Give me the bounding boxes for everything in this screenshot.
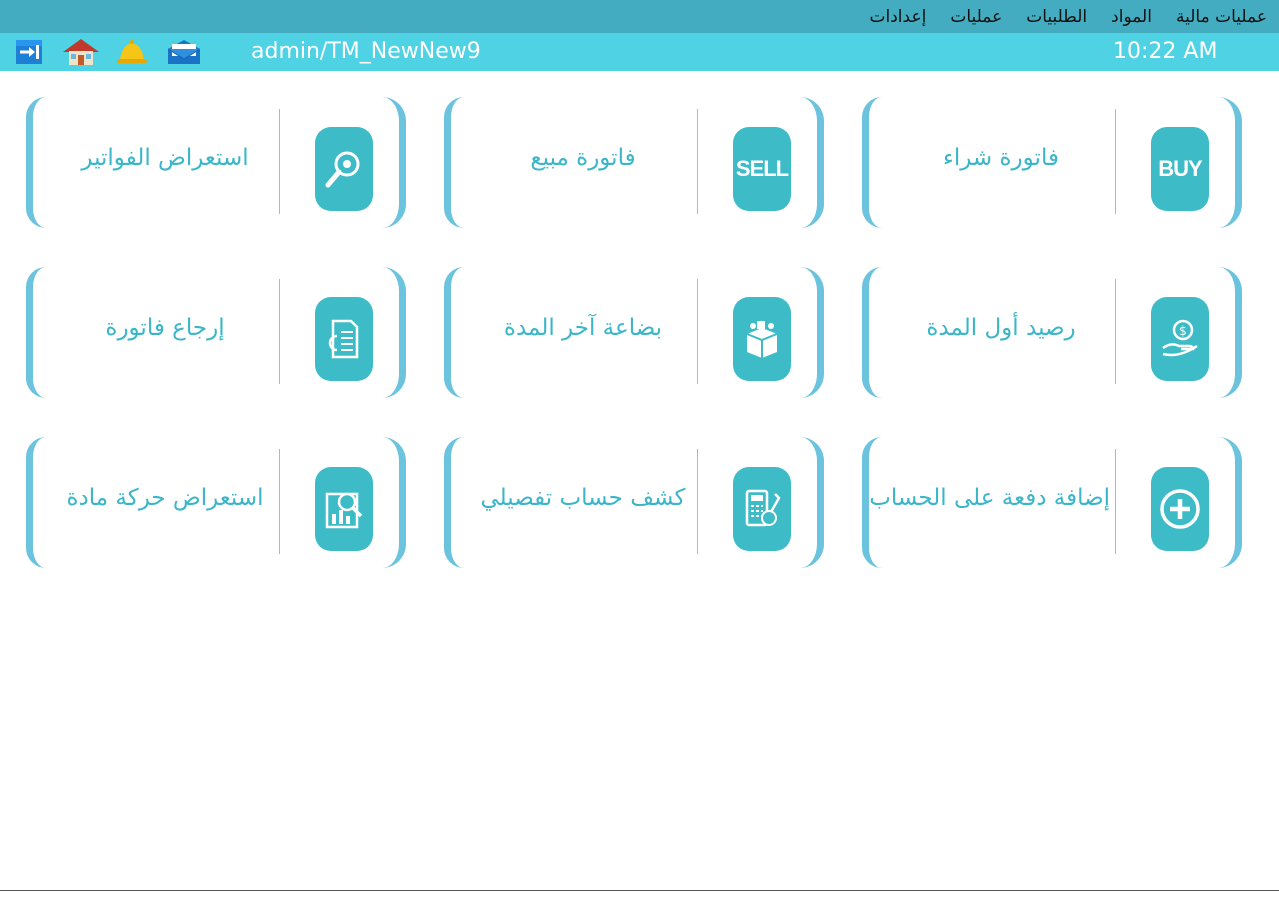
card-label: استعراض حركة مادة <box>66 485 264 511</box>
divider <box>1115 279 1116 384</box>
menu-materials[interactable]: المواد <box>1111 7 1152 27</box>
menu-financial-operations[interactable]: عمليات مالية <box>1176 7 1267 27</box>
menu-bar: عمليات مالية المواد الطلبيات عمليات إعدا… <box>0 0 1279 33</box>
status-bar <box>0 890 1279 921</box>
bracket <box>379 97 406 228</box>
bell-icon[interactable] <box>112 37 152 67</box>
bracket <box>444 97 464 228</box>
money-hand-icon: $ <box>1151 297 1209 381</box>
menu-orders[interactable]: الطلبيات <box>1026 7 1087 27</box>
card-label: رصيد أول المدة <box>926 315 1076 341</box>
divider <box>279 279 280 384</box>
menu-settings[interactable]: إعدادات <box>870 7 927 27</box>
invoice-return-icon <box>315 297 373 381</box>
card-closing-goods[interactable]: بضاعة آخر المدة <box>444 267 824 398</box>
card-label: فاتورة مبيع <box>530 145 636 171</box>
card-opening-balance[interactable]: $ رصيد أول المدة <box>862 267 1242 398</box>
card-view-invoices[interactable]: استعراض الفواتير <box>26 97 406 228</box>
bracket <box>1215 97 1242 228</box>
bracket <box>1215 267 1242 398</box>
card-add-payment[interactable]: إضافة دفعة على الحساب <box>862 437 1242 568</box>
buy-icon: BUY <box>1151 127 1209 211</box>
bracket <box>26 437 46 568</box>
home-icon[interactable] <box>61 37 101 67</box>
bracket <box>26 267 46 398</box>
sell-icon-text: SELL <box>735 156 789 181</box>
sell-icon: SELL <box>733 127 791 211</box>
logout-icon[interactable] <box>13 37 45 67</box>
clock: 10:22 AM <box>1113 39 1218 64</box>
menu-operations[interactable]: عمليات <box>950 7 1002 27</box>
divider <box>697 279 698 384</box>
bracket <box>1215 437 1242 568</box>
buy-icon-text: BUY <box>1158 156 1202 181</box>
card-sales-invoice[interactable]: SELL فاتورة مبيع <box>444 97 824 228</box>
card-label: إرجاع فاتورة <box>105 315 225 341</box>
bracket <box>797 97 824 228</box>
calculator-icon <box>733 467 791 551</box>
card-account-statement[interactable]: كشف حساب تفصيلي <box>444 437 824 568</box>
card-material-movement[interactable]: استعراض حركة مادة <box>26 437 406 568</box>
current-user: admin/TM_NewNew9 <box>251 39 481 64</box>
magnifier-icon <box>315 127 373 211</box>
svg-text:$: $ <box>1179 324 1187 338</box>
bracket <box>379 437 406 568</box>
divider <box>1115 109 1116 214</box>
bracket <box>444 267 464 398</box>
divider <box>697 449 698 554</box>
goods-box-icon <box>733 297 791 381</box>
bracket <box>379 267 406 398</box>
report-search-icon <box>315 467 373 551</box>
bracket <box>797 267 824 398</box>
bracket <box>862 97 882 228</box>
card-label: بضاعة آخر المدة <box>503 315 663 341</box>
divider <box>279 449 280 554</box>
card-label: إضافة دفعة على الحساب <box>869 485 1110 511</box>
toolbar: admin/TM_NewNew9 10:22 AM <box>0 33 1279 71</box>
card-label: كشف حساب تفصيلي <box>480 485 686 511</box>
divider <box>279 109 280 214</box>
plus-icon <box>1151 467 1209 551</box>
bracket <box>862 267 882 398</box>
divider <box>697 109 698 214</box>
card-label: فاتورة شراء <box>943 145 1059 171</box>
bracket <box>444 437 464 568</box>
divider <box>1115 449 1116 554</box>
card-purchase-invoice[interactable]: BUY فاتورة شراء <box>862 97 1242 228</box>
mail-icon[interactable] <box>165 37 203 67</box>
card-return-invoice[interactable]: إرجاع فاتورة <box>26 267 406 398</box>
bracket <box>797 437 824 568</box>
bracket <box>26 97 46 228</box>
card-label: استعراض الفواتير <box>81 145 249 171</box>
